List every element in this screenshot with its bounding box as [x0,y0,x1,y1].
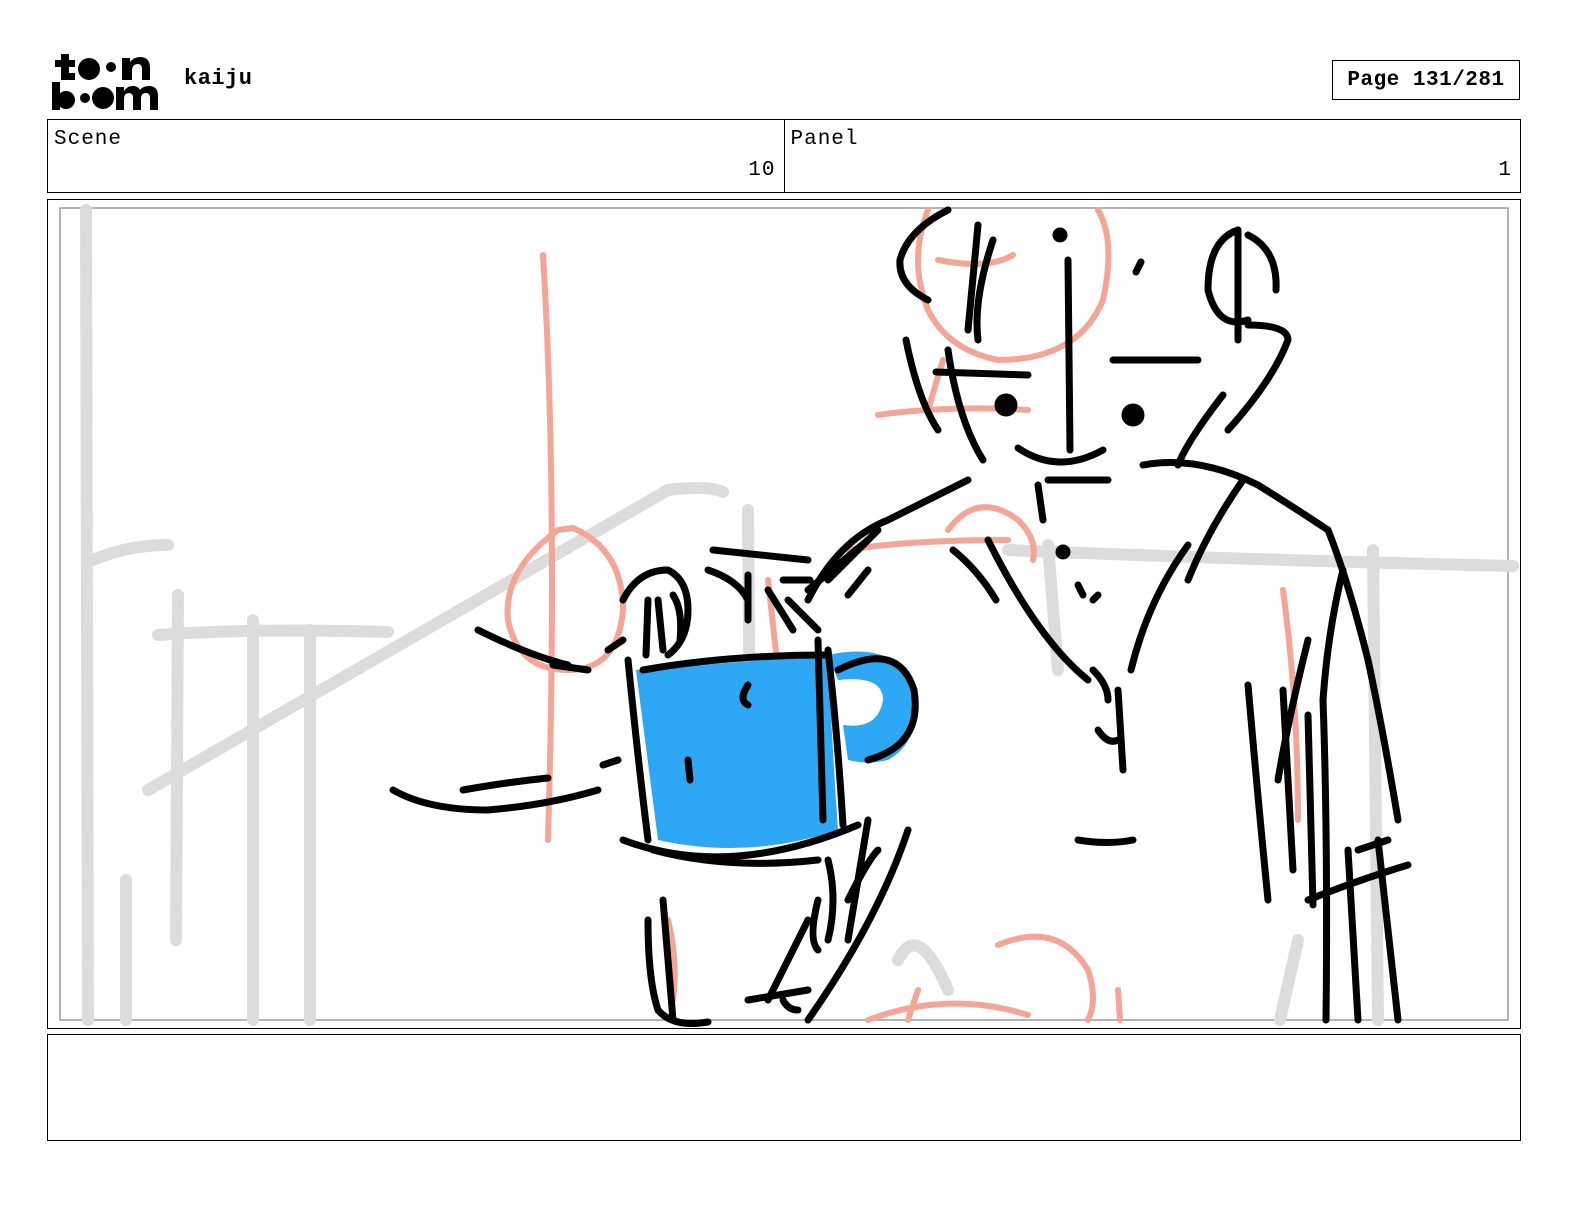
mug-fill [636,651,916,848]
storyboard-panel [47,199,1521,1029]
panel-drawing [59,204,1519,1027]
project-title: kaiju [184,66,253,91]
panel-cell: Panel 1 [783,120,1521,192]
panel-notes [47,1034,1521,1141]
scene-cell: Scene 10 [48,120,784,192]
rough-sketch [504,207,1301,1023]
scene-label: Scene [54,128,123,151]
scene-panel-info: Scene 10 Panel 1 [47,119,1521,193]
panel-label: Panel [790,128,859,151]
toonboom-logo [52,50,164,112]
panel-value: 1 [1498,159,1512,182]
page-number: Page 131/281 [1332,60,1520,100]
scene-value: 10 [748,159,776,182]
